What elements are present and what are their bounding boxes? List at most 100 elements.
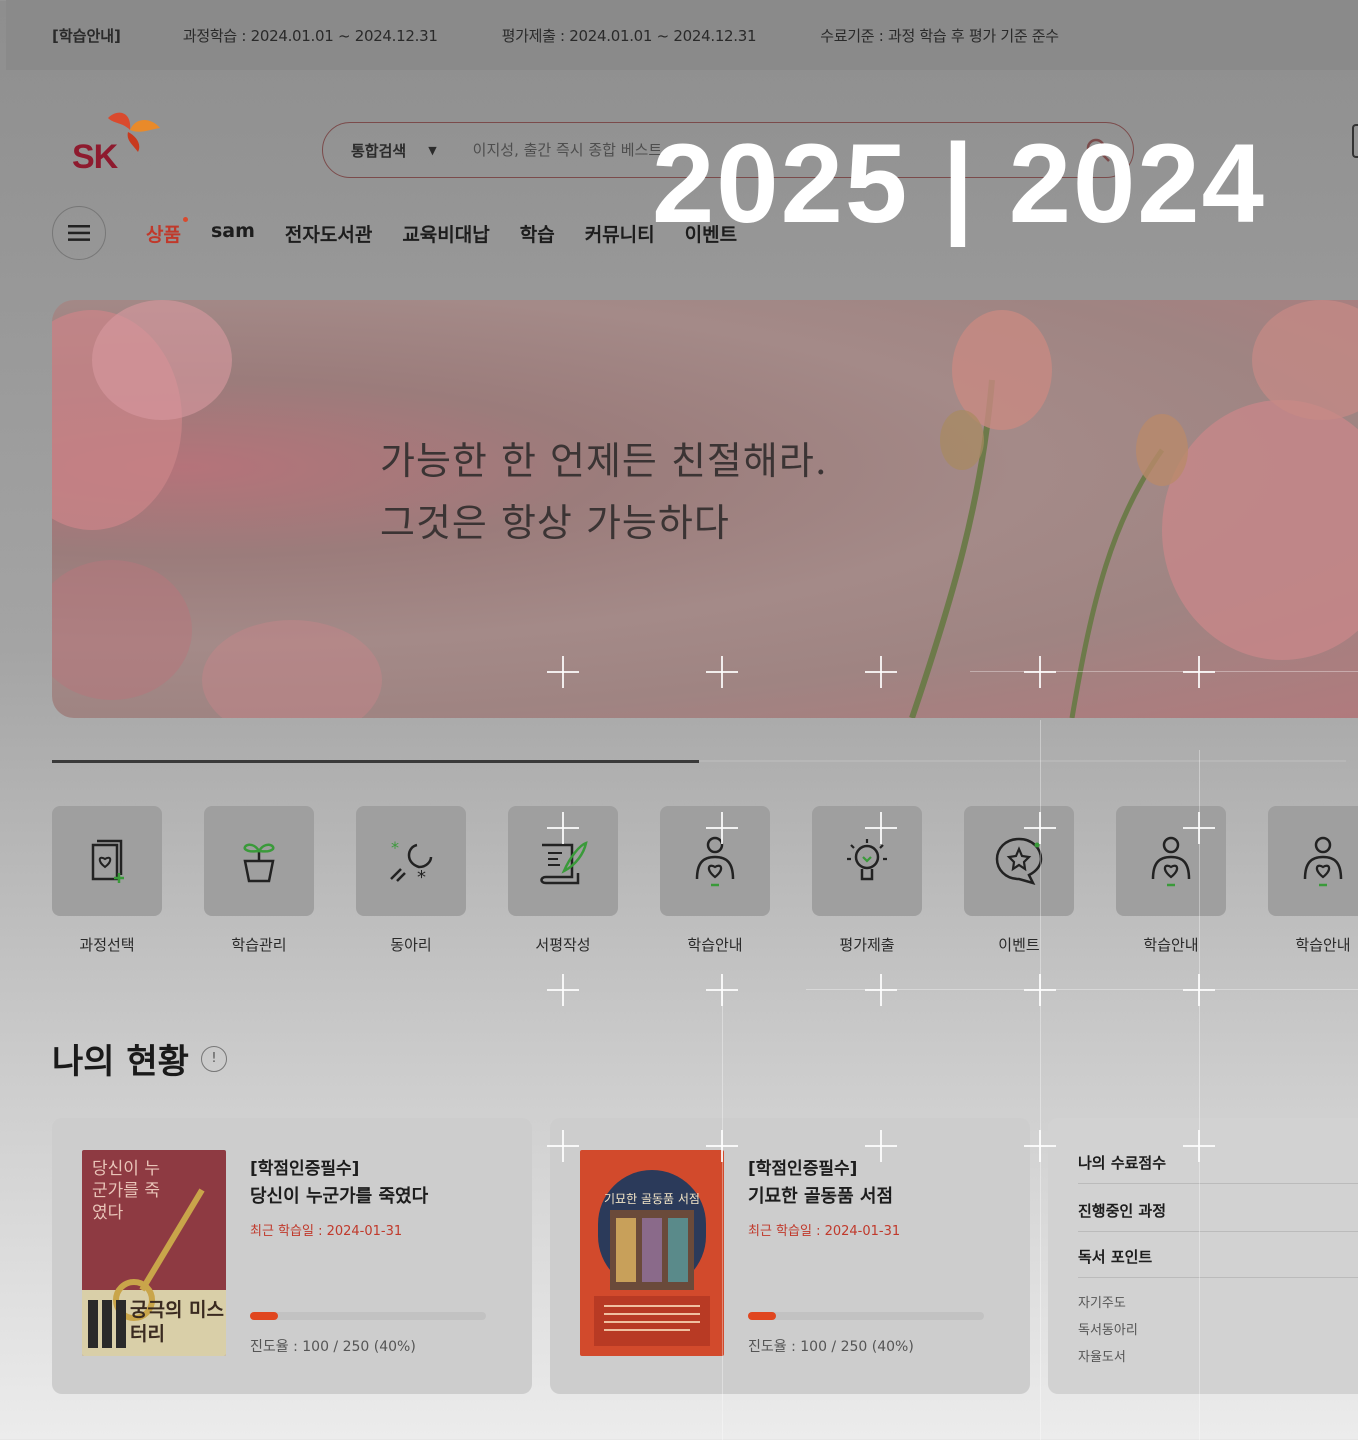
quick-item-label: 동아리: [390, 936, 432, 954]
quick-item-book-review[interactable]: 서평작성: [508, 806, 618, 955]
caret-down-icon: ▼: [428, 143, 437, 157]
book-cover-image: 기묘한 골동품 서점: [580, 1150, 724, 1356]
hamburger-icon: [68, 225, 90, 241]
notice-course-period: 과정학습 : 2024.01.01 ~ 2024.12.31: [182, 26, 438, 45]
banner-progress-track[interactable]: [52, 759, 1346, 763]
status-section-title: 나의 현황 !: [52, 1034, 227, 1083]
cover-title: 당신이 누군가를 죽였다: [92, 1159, 160, 1223]
info-icon[interactable]: !: [200, 1045, 227, 1072]
course-tag: [학점인증필수]: [748, 1159, 858, 1179]
quick-item-learning-guide[interactable]: 학습안내: [1116, 806, 1226, 955]
quick-item-box: [204, 806, 314, 916]
sprout-pot-icon: [243, 843, 275, 883]
notice-bar: [학습안내] 과정학습 : 2024.01.01 ~ 2024.12.31 평가…: [6, 0, 1358, 70]
moon-stars-icon: * *: [390, 838, 433, 885]
scroll-quill-icon: [540, 841, 588, 885]
person-heart-icon: [1151, 836, 1191, 887]
search-scope-select[interactable]: 통합검색 ▼: [351, 140, 437, 161]
course-progress-text: 진도율 : 100 / 250 (40%): [250, 1339, 416, 1355]
quick-item-label: 학습관리: [231, 936, 287, 954]
course-title: 당신이 누군가를 죽였다: [250, 1186, 429, 1207]
notice-criteria: 수료기준 : 과정 학습 후 평가 기준 준수: [820, 26, 1059, 45]
book-cover-image: 당신이 누군가를 죽였다 궁극의 미스터리: [82, 1150, 226, 1356]
quick-item-club[interactable]: * * 동아리: [356, 806, 466, 955]
course-card[interactable]: 당신이 누군가를 죽였다 궁극의 미스터리 [학점인증필수] 당신이 누군가를 …: [52, 1118, 532, 1394]
quick-item-box: [1116, 806, 1226, 916]
grid-line: [806, 989, 1358, 990]
quick-item-learning-guide[interactable]: 학습안내: [660, 806, 770, 955]
lightbulb-icon: [847, 839, 887, 881]
course-progress-text: 진도율 : 100 / 250 (40%): [748, 1339, 914, 1355]
notice-label: [학습안내]: [52, 26, 121, 45]
status-summary-panel: 나의 수료점수 진행중인 과정 독서 포인트 자기주도 독서동아리 자율도서: [1048, 1118, 1358, 1394]
summary-sub-item[interactable]: 독서동아리: [1078, 1319, 1138, 1338]
cover-series: 궁극의 미스터리: [130, 1299, 225, 1345]
quick-item-label: 학습안내: [1295, 936, 1351, 954]
quick-item-label: 평가제출: [839, 936, 895, 954]
nav-item-sam[interactable]: sam: [211, 220, 255, 247]
person-heart-icon: [695, 836, 735, 887]
banner-quote: 가능한 한 언제든 친절해라. 그것은 항상 가능하다: [380, 430, 828, 554]
quick-item-box: * *: [356, 806, 466, 916]
crosshair-icon: [706, 974, 738, 1006]
quick-item-label: 이벤트: [998, 936, 1040, 954]
sk-logo[interactable]: SK: [68, 108, 168, 178]
cart-icon[interactable]: [1352, 124, 1358, 158]
nav-item-products[interactable]: 상품: [146, 217, 188, 247]
cover-title: 기묘한 골동품 서점: [604, 1192, 700, 1206]
logo-text: SK: [72, 138, 118, 176]
person-heart-icon: [1303, 836, 1343, 887]
nav-item-e-library[interactable]: 전자도서관: [285, 220, 372, 247]
course-progress-bar: [250, 1312, 486, 1320]
crosshair-icon: [1024, 974, 1056, 1006]
nav-item-community[interactable]: 커뮤니티: [585, 220, 655, 247]
quick-item-course-select[interactable]: 과정선택: [52, 806, 162, 955]
notice-evaluation-period: 평가제출 : 2024.01.01 ~ 2024.12.31: [501, 26, 757, 45]
crosshair-icon: [547, 974, 579, 1006]
status-title-text: 나의 현황: [52, 1042, 189, 1082]
banner-progress-fill: [52, 759, 699, 763]
banner-quote-line2: 그것은 항상 가능하다: [380, 501, 730, 545]
summary-reading-points[interactable]: 독서 포인트: [1078, 1246, 1358, 1278]
quick-item-label: 과정선택: [79, 936, 135, 954]
quick-item-label: 학습안내: [1143, 936, 1199, 954]
nav-item-tuition[interactable]: 교육비대납: [402, 220, 489, 247]
summary-sub-item[interactable]: 자율도서: [1078, 1346, 1126, 1365]
quick-item-label: 학습안내: [687, 936, 743, 954]
quick-item-evaluation[interactable]: 평가제출: [812, 806, 922, 955]
quick-menu: 과정선택 학습관리 * * 동아리 서평작성 학습안내 평가제출 이벤트 학습안…: [52, 806, 1358, 955]
course-title: 기묘한 골동품 서점: [748, 1186, 894, 1207]
menu-button[interactable]: [52, 206, 106, 260]
course-progress-fill: [748, 1312, 777, 1320]
quick-item-box: [1268, 806, 1358, 916]
main-banner[interactable]: 가능한 한 언제든 친절해라. 그것은 항상 가능하다: [52, 300, 1358, 718]
course-last-date: 최근 학습일 : 2024-01-31: [748, 1224, 901, 1239]
summary-ongoing-courses[interactable]: 진행중인 과정: [1078, 1200, 1358, 1232]
course-progress-bar: [748, 1312, 984, 1320]
quick-item-learning-manage[interactable]: 학습관리: [204, 806, 314, 955]
page: [학습안내] 과정학습 : 2024.01.01 ~ 2024.12.31 평가…: [6, 0, 1358, 1440]
quick-item-learning-guide[interactable]: 학습안내: [1268, 806, 1358, 955]
svg-text:*: *: [417, 867, 426, 885]
quick-item-event[interactable]: 이벤트: [964, 806, 1074, 955]
search-scope-label: 통합검색: [351, 141, 407, 160]
star-chat-icon: [995, 837, 1043, 885]
course-tag: [학점인증필수]: [250, 1159, 360, 1179]
svg-text:*: *: [391, 838, 399, 857]
nav-item-learning[interactable]: 학습: [520, 220, 555, 247]
quick-item-box: [812, 806, 922, 916]
summary-sub-item[interactable]: 자기주도: [1078, 1292, 1126, 1311]
quick-item-box: [508, 806, 618, 916]
course-card[interactable]: 기묘한 골동품 서점 [학점인증필수] 기묘한 골동품 서점 최근 학습일 : …: [550, 1118, 1030, 1394]
course-last-date: 최근 학습일 : 2024-01-31: [250, 1224, 403, 1239]
quick-item-label: 서평작성: [535, 936, 591, 954]
bookstore-illustration-icon: [594, 1170, 710, 1346]
crosshair-icon: [1183, 974, 1215, 1006]
nav-item-event[interactable]: 이벤트: [685, 220, 737, 247]
summary-completion-score[interactable]: 나의 수료점수: [1078, 1152, 1358, 1184]
quick-item-box: [660, 806, 770, 916]
crosshair-icon: [865, 974, 897, 1006]
book-heart-icon: [91, 839, 124, 883]
banner-quote-line1: 가능한 한 언제든 친절해라.: [380, 439, 828, 483]
course-progress-fill: [250, 1312, 279, 1320]
